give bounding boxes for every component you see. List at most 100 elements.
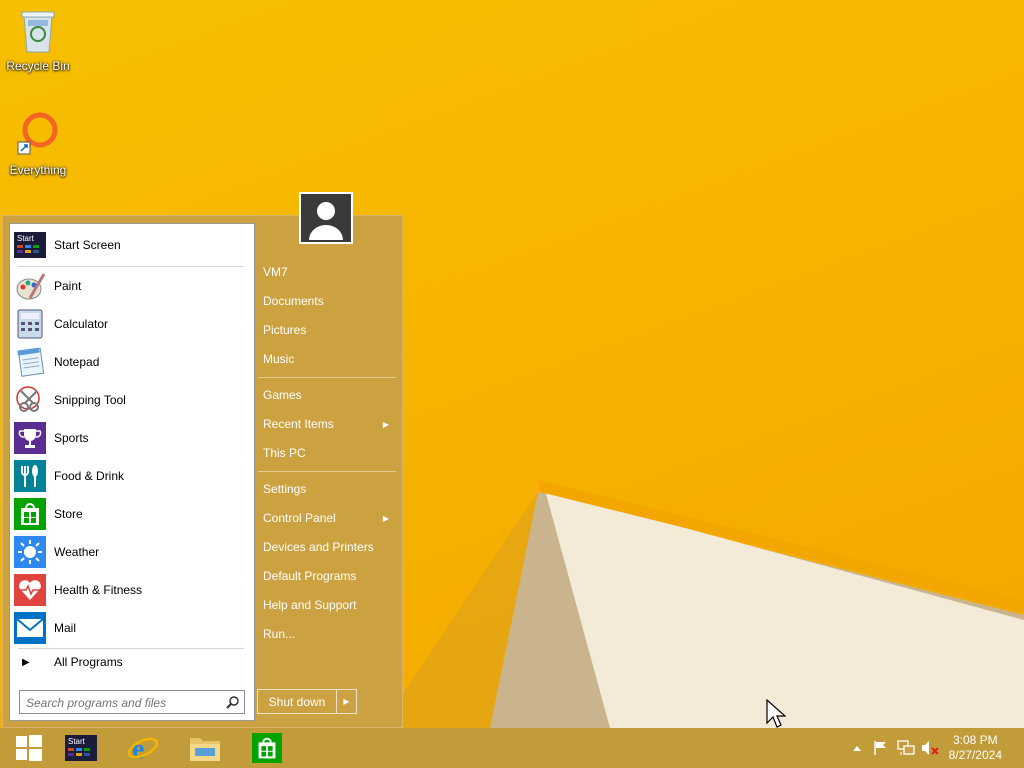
link-label: Recent Items — [263, 417, 334, 431]
divider — [258, 471, 396, 472]
start-menu-item-label: Store — [54, 507, 83, 521]
store-icon — [14, 498, 46, 530]
svg-text:Start: Start — [17, 234, 35, 243]
speaker-muted-icon[interactable] — [921, 740, 939, 756]
start-menu-link-run[interactable]: Run... — [263, 622, 395, 646]
submenu-arrow-icon: ▶ — [382, 419, 389, 429]
taskbar-clock[interactable]: 3:08 PM 8/27/2024 — [949, 733, 1002, 763]
link-label: Music — [263, 352, 295, 366]
start-menu-item-label: Mail — [54, 621, 77, 635]
start-menu-item-label: Weather — [54, 545, 100, 559]
clock-time: 3:08 PM — [952, 733, 998, 747]
food-drink-icon — [14, 460, 46, 492]
link-label: This PC — [263, 446, 306, 460]
taskbar-store[interactable] — [238, 728, 296, 768]
start-menu-programs-panel: Start Start Screen Paint Calculator Note… — [9, 223, 255, 721]
network-icon[interactable] — [897, 740, 915, 756]
start-menu-link-user[interactable]: VM7 — [263, 260, 395, 284]
sports-icon — [14, 422, 46, 454]
start-screen-icon: Start — [14, 229, 46, 261]
start-menu-link-documents[interactable]: Documents — [263, 289, 395, 313]
taskbar-start-screen[interactable]: Start — [52, 728, 110, 768]
start-menu-link-help-support[interactable]: Help and Support — [263, 593, 395, 617]
start-menu-link-control-panel[interactable]: Control Panel ▶ — [263, 506, 395, 530]
start-menu-item-store[interactable]: Store — [14, 497, 250, 531]
link-label: Games — [263, 388, 302, 402]
internet-explorer-icon: e — [127, 734, 159, 764]
search-icon[interactable] — [226, 695, 240, 709]
start-menu-item-snipping-tool[interactable]: Snipping Tool — [14, 383, 250, 417]
notepad-icon — [14, 346, 46, 378]
action-center-flag-icon[interactable] — [873, 740, 889, 756]
divider — [18, 648, 244, 649]
user-name: VM7 — [263, 265, 288, 279]
link-label: Documents — [263, 294, 324, 308]
start-menu-link-recent-items[interactable]: Recent Items ▶ — [263, 412, 395, 436]
start-menu-item-label: Snipping Tool — [54, 393, 126, 407]
link-label: Help and Support — [263, 598, 357, 612]
all-programs-button[interactable]: ▶ All Programs — [14, 652, 250, 672]
mail-icon — [14, 612, 46, 644]
submenu-arrow-icon: ▶ — [382, 513, 389, 523]
weather-icon — [14, 536, 46, 568]
search-input[interactable] — [24, 692, 224, 714]
start-menu-item-label: Food & Drink — [54, 469, 125, 483]
start-menu-item-weather[interactable]: Weather — [14, 535, 250, 569]
start-menu-link-default-programs[interactable]: Default Programs — [263, 564, 395, 588]
start-menu-item-calculator[interactable]: Calculator — [14, 307, 250, 341]
start-screen-icon: Start — [65, 735, 97, 761]
taskbar-file-explorer[interactable] — [176, 728, 234, 768]
clock-date: 8/27/2024 — [948, 748, 1002, 762]
link-label: Pictures — [263, 323, 307, 337]
start-menu-item-start-screen[interactable]: Start Start Screen — [14, 228, 250, 262]
taskbar-internet-explorer[interactable]: e — [114, 728, 172, 768]
taskbar: Start e 3:08 PM 8/27/2024 — [0, 728, 1024, 768]
start-menu-item-notepad[interactable]: Notepad — [14, 345, 250, 379]
windows-logo-icon — [16, 735, 42, 761]
everything-icon — [17, 112, 58, 155]
desktop-icon-recycle-bin[interactable]: Recycle Bin — [0, 6, 76, 73]
start-button[interactable] — [0, 728, 58, 768]
start-menu-item-paint[interactable]: Paint — [14, 269, 250, 303]
health-fitness-icon — [14, 574, 46, 606]
start-menu-item-label: Sports — [54, 431, 89, 445]
user-avatar[interactable] — [299, 192, 353, 244]
all-programs-label: All Programs — [54, 655, 123, 669]
svg-text:e: e — [132, 734, 144, 764]
calculator-icon — [14, 308, 46, 340]
link-label: Control Panel — [263, 511, 336, 525]
start-menu-link-settings[interactable]: Settings — [263, 477, 395, 501]
start-menu-item-label: Start Screen — [54, 238, 121, 252]
svg-text:Start: Start — [68, 737, 86, 746]
paint-icon — [14, 270, 46, 302]
store-icon — [252, 733, 282, 763]
triangle-right-icon: ▶ — [22, 656, 30, 668]
shutdown-button-group: Shut down ▶ — [257, 689, 357, 714]
start-menu-link-music[interactable]: Music — [263, 347, 395, 371]
start-menu-link-games[interactable]: Games — [263, 383, 395, 407]
start-menu-item-label: Calculator — [54, 317, 109, 331]
start-menu-item-label: Paint — [54, 279, 82, 293]
link-label: Run... — [263, 627, 296, 641]
search-box[interactable] — [19, 690, 245, 714]
mouse-cursor-icon — [766, 699, 786, 728]
start-menu-link-pictures[interactable]: Pictures — [263, 318, 395, 342]
shutdown-button[interactable]: Shut down — [258, 690, 337, 713]
folder-icon — [190, 738, 220, 761]
start-menu-item-label: Health & Fitness — [54, 583, 143, 597]
show-hidden-icons-icon[interactable] — [852, 744, 862, 752]
divider — [18, 266, 244, 267]
shutdown-options-arrow-icon[interactable]: ▶ — [337, 690, 356, 713]
start-menu-link-this-pc[interactable]: This PC — [263, 441, 395, 465]
desktop-icon-label: Everything — [9, 163, 67, 177]
link-label: Settings — [263, 482, 307, 496]
divider — [258, 377, 396, 378]
desktop-icon-everything[interactable]: Everything — [0, 110, 76, 177]
start-menu-item-sports[interactable]: Sports — [14, 421, 250, 455]
start-menu-item-label: Notepad — [54, 355, 100, 369]
snipping-tool-icon — [14, 384, 46, 416]
start-menu-link-devices-printers[interactable]: Devices and Printers — [263, 535, 395, 559]
start-menu-item-health-fitness[interactable]: Health & Fitness — [14, 573, 250, 607]
start-menu-item-food-drink[interactable]: Food & Drink — [14, 459, 250, 493]
start-menu-item-mail[interactable]: Mail — [14, 611, 250, 645]
